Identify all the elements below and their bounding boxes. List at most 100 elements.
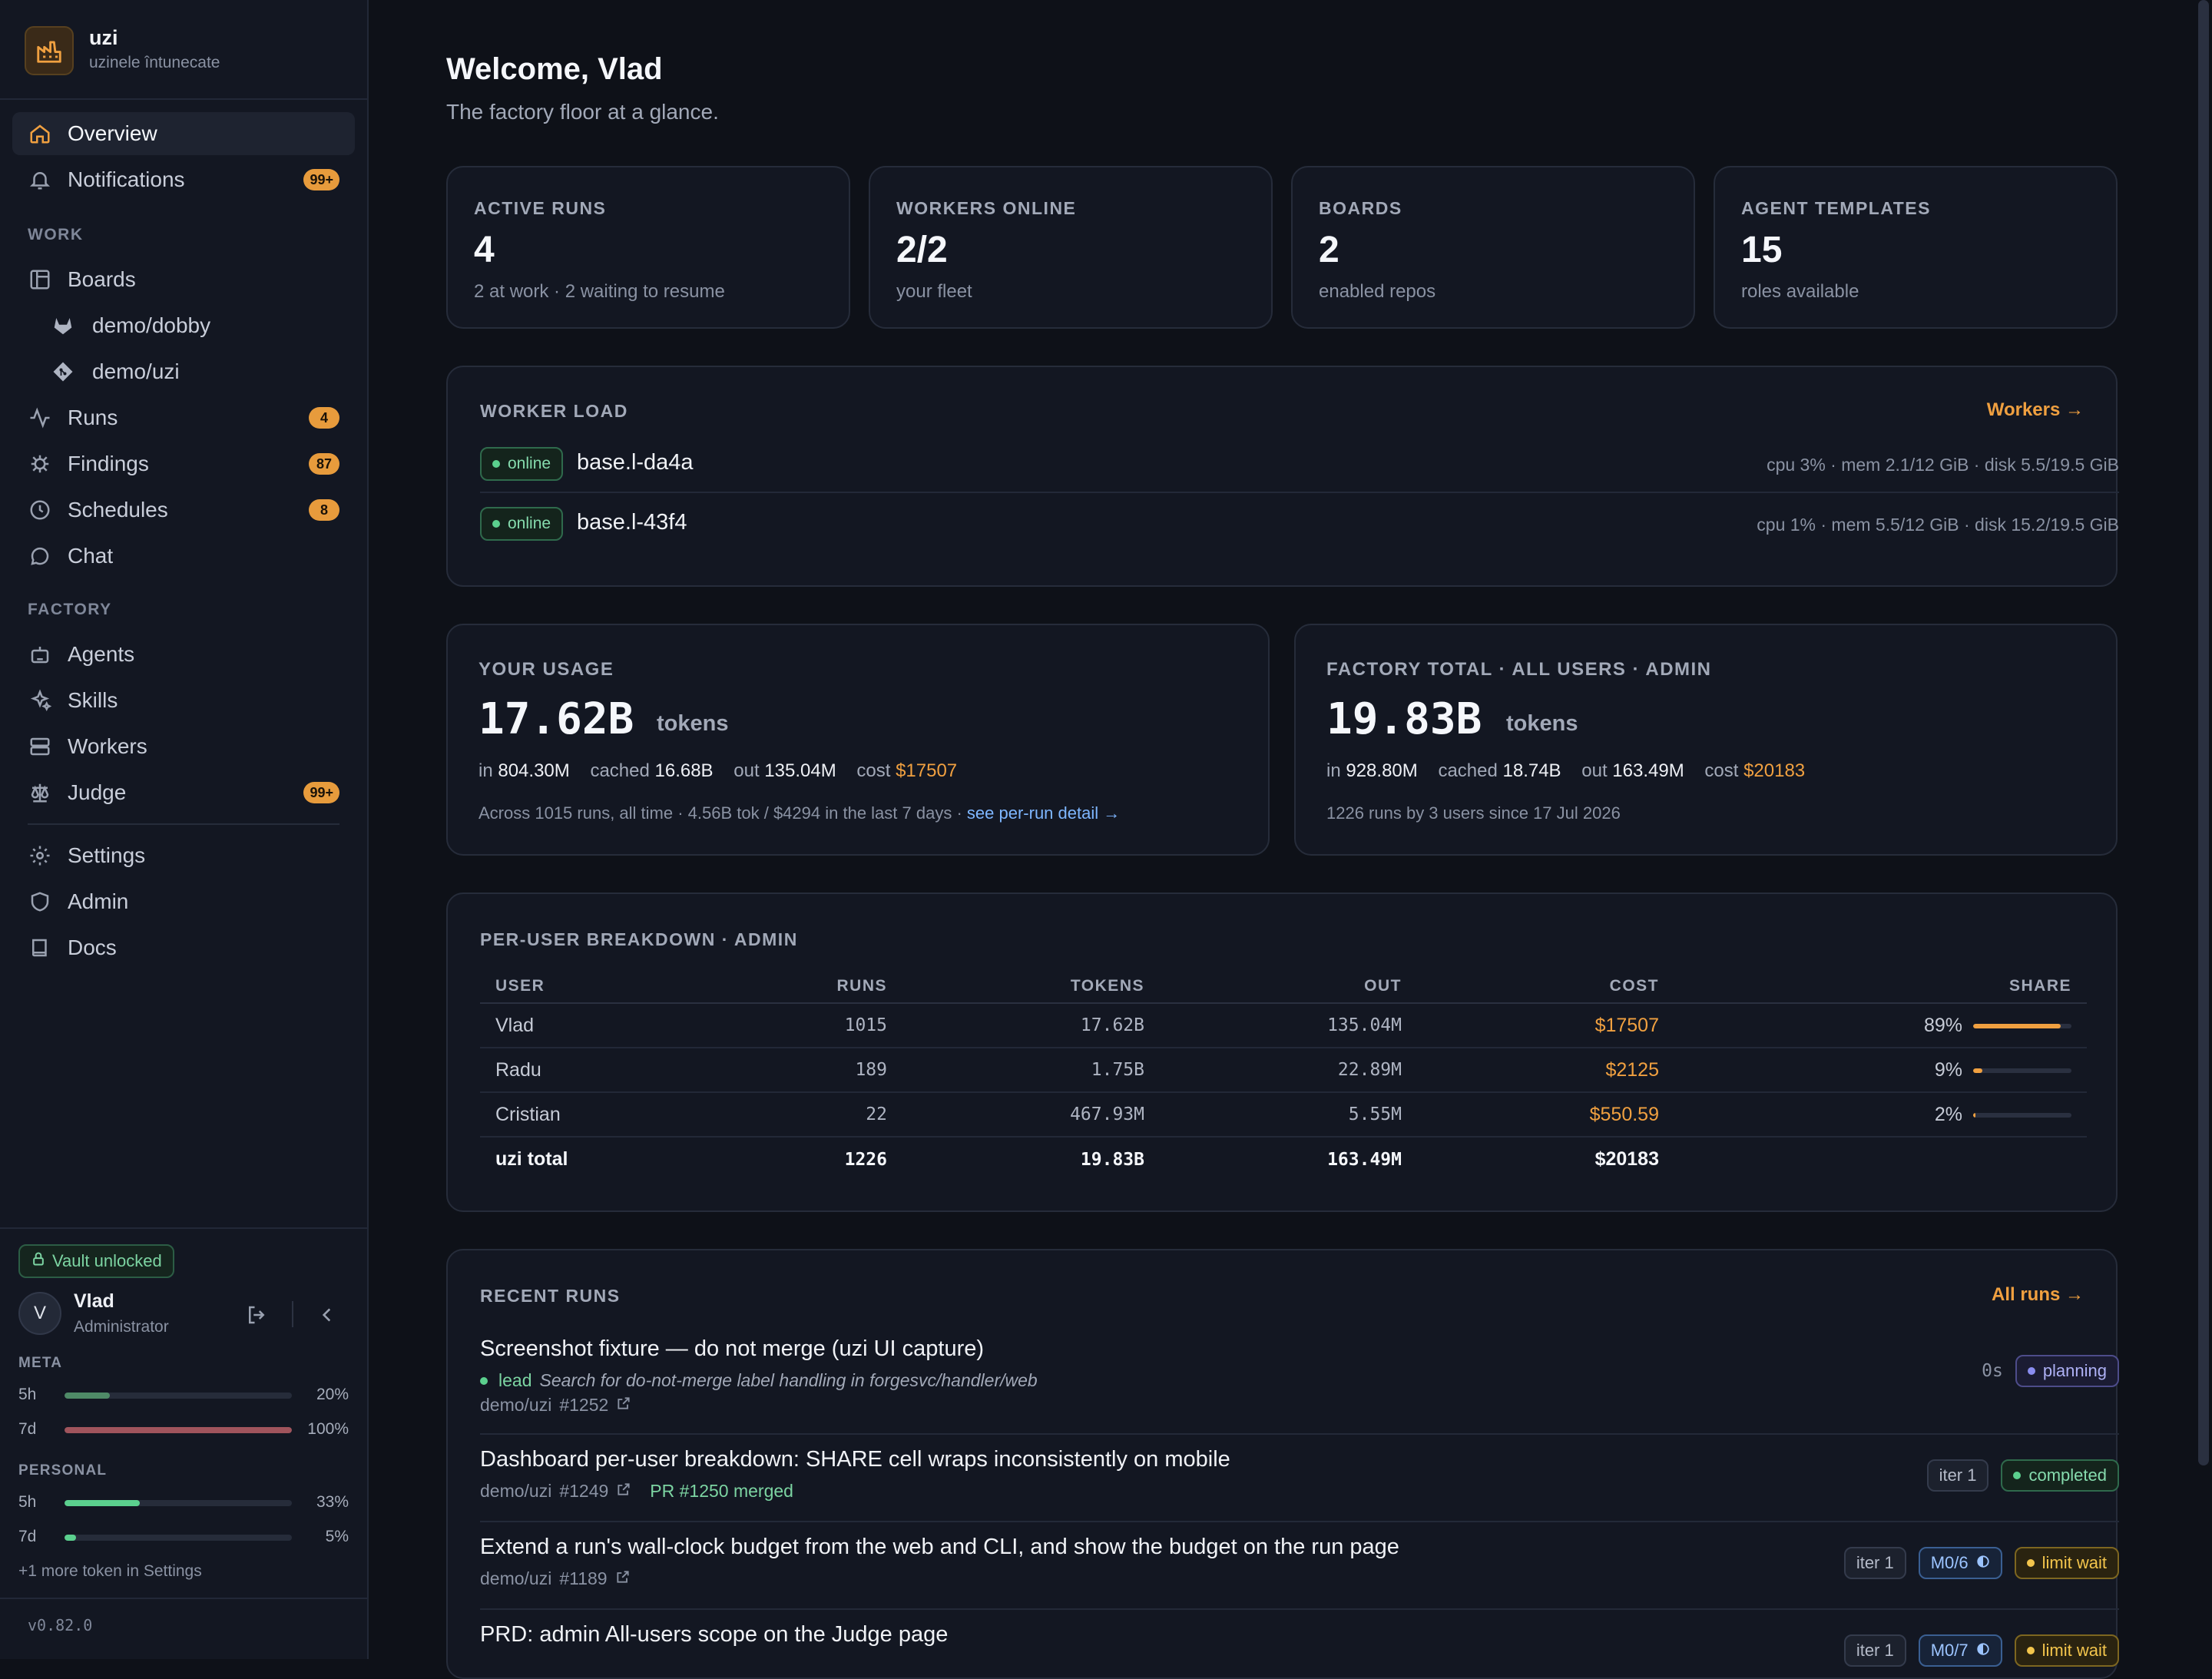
stat-card-active-runs[interactable]: ACTIVE RUNS 4 2 at work · 2 waiting to r… (446, 166, 850, 329)
worker-name: base.l-43f4 (577, 510, 687, 535)
chat-icon (28, 544, 52, 568)
sidebar-divider (0, 1227, 367, 1229)
nav-judge[interactable]: Judge 99+ (12, 771, 355, 814)
run-title: Extend a run's wall-clock budget from th… (480, 1535, 1399, 1559)
nav-agents[interactable]: Agents (12, 633, 355, 676)
nav-overview-label: Overview (68, 121, 157, 145)
stat-label: WORKERS ONLINE (896, 198, 1077, 218)
external-link-icon[interactable] (616, 1395, 631, 1416)
worker-stats: cpu 3% · mem 2.1/12 GiB · disk 5.5/19.5 … (1767, 455, 2119, 475)
cell-cost: $550.59 (1402, 1092, 1659, 1138)
cell-user: Cristian (480, 1092, 710, 1138)
run-repo: demo/uzi (480, 1481, 552, 1501)
run-item[interactable]: Screenshot fixture — do not merge (uzi U… (480, 1333, 2119, 1435)
nav-settings[interactable]: Settings (12, 834, 355, 877)
issue-link[interactable]: #1252 (559, 1395, 608, 1416)
cell-user: Vlad (480, 1003, 710, 1048)
nav-workers[interactable]: Workers (12, 725, 355, 768)
nav-repo-demo-dobby[interactable]: demo/dobby (12, 304, 355, 347)
table-row: Cristian 22 467.93M 5.55M $550.59 2% (480, 1092, 2087, 1138)
run-status-group: iter 1 M0/6 limit wait (1843, 1547, 2119, 1579)
nav-notifications[interactable]: Notifications 99+ (12, 158, 355, 201)
table-total-row: uzi total 1226 19.83B 163.49M $20183 (480, 1137, 2087, 1181)
nav-docs[interactable]: Docs (12, 926, 355, 969)
cell-share (1659, 1137, 2087, 1181)
quota-window: 7d (18, 1528, 37, 1545)
page-scrollbar[interactable] (2198, 0, 2209, 1465)
nav-repo-demo-uzi[interactable]: demo/uzi (12, 350, 355, 393)
quota-window: 7d (18, 1420, 37, 1438)
collapse-sidebar-icon[interactable] (312, 1300, 343, 1330)
in-value: 928.80M (1346, 760, 1418, 781)
sidebar: uzi uzinele întunecate Overview Notifica… (0, 0, 369, 1659)
lock-icon (31, 1251, 46, 1271)
nav-chat[interactable]: Chat (12, 535, 355, 578)
issue-link[interactable]: #1189 (559, 1568, 607, 1589)
usage-value: 19.83B (1326, 694, 1482, 744)
usage-value: 17.62B (478, 694, 634, 744)
nav-findings[interactable]: Findings 87 (12, 442, 355, 485)
run-item[interactable]: Dashboard per-user breakdown: SHARE cell… (480, 1435, 2119, 1522)
nav-overview[interactable]: Overview (12, 112, 355, 155)
quota-fill (65, 1535, 76, 1541)
iteration-badge: iter 1 (1926, 1459, 1989, 1492)
brand-header[interactable]: uzi uzinele întunecate (0, 0, 367, 100)
workers-link[interactable]: Workers → (1987, 399, 2084, 421)
stat-card-agent-templates[interactable]: AGENT TEMPLATES 15 roles available (1714, 166, 2118, 329)
more-tokens-link[interactable]: +1 more token in Settings (18, 1562, 202, 1581)
factory-total-card: FACTORY TOTAL · ALL USERS · ADMIN 19.83B… (1294, 624, 2118, 856)
vault-status[interactable]: Vault unlocked (18, 1244, 174, 1278)
usage-breakdown: in 804.30M cached 16.68B out 135.04M cos… (478, 760, 957, 782)
status-dot (2013, 1472, 2022, 1479)
external-link-icon[interactable] (616, 1481, 631, 1502)
nav-skills[interactable]: Skills (12, 679, 355, 722)
status-badge: limit wait (2014, 1634, 2119, 1667)
status-badge: online (480, 447, 564, 481)
half-circle-icon (1976, 1553, 1990, 1573)
per-run-detail-link[interactable]: see per-run detail → (967, 803, 1120, 823)
run-item[interactable]: Extend a run's wall-clock budget from th… (480, 1522, 2119, 1610)
avatar[interactable]: V (18, 1292, 61, 1335)
run-status-group: iter 1 completed (1926, 1459, 2119, 1492)
cell-user: Radu (480, 1048, 710, 1093)
run-item[interactable]: PRD: admin All-users scope on the Judge … (480, 1610, 2119, 1679)
stat-value: 2 (1319, 230, 1339, 270)
recent-runs-title: RECENT RUNS (480, 1286, 621, 1306)
quota-window: 5h (18, 1493, 37, 1511)
table-row: Vlad 1015 17.62B 135.04M $17507 89% (480, 1003, 2087, 1048)
sparkles-icon (28, 688, 52, 713)
status-badge: completed (2001, 1459, 2119, 1492)
status-dot (2026, 1559, 2035, 1567)
out-value: 135.04M (764, 760, 836, 781)
pr-merged-link[interactable]: PR #1250 merged (650, 1481, 793, 1502)
nav-admin[interactable]: Admin (12, 880, 355, 923)
status-dot (2026, 1647, 2035, 1654)
run-repo-line: demo/uzi #1189 (480, 1568, 631, 1589)
share-fill (1973, 1068, 1982, 1073)
stat-note: roles available (1741, 281, 1859, 302)
stat-card-boards[interactable]: BOARDS 2 enabled repos (1291, 166, 1695, 329)
column-header: TOKENS (887, 969, 1144, 1004)
quota-track (65, 1500, 292, 1506)
nav-schedules[interactable]: Schedules 8 (12, 488, 355, 532)
nav-runs[interactable]: Runs 4 (12, 396, 355, 439)
bell-icon (28, 167, 52, 192)
sidebar-divider (0, 1598, 367, 1599)
worker-row[interactable]: online base.l-43f4 cpu 1% · mem 5.5/12 G… (480, 498, 2119, 553)
nav-divider (28, 823, 339, 825)
cell-cost: $2125 (1402, 1048, 1659, 1093)
quota-fill (65, 1427, 292, 1433)
external-link-icon[interactable] (615, 1568, 631, 1589)
cell-tokens: 19.83B (1080, 1149, 1144, 1170)
page-subtitle: The factory floor at a glance. (446, 100, 719, 124)
all-runs-link[interactable]: All runs → (1992, 1284, 2084, 1306)
issue-link[interactable]: #1249 (559, 1481, 608, 1502)
cost-label: cost (856, 760, 891, 781)
in-label: in (1326, 760, 1341, 781)
stat-card-workers-online[interactable]: WORKERS ONLINE 2/2 your fleet (869, 166, 1273, 329)
worker-stats: cpu 1% · mem 5.5/12 GiB · disk 15.2/19.5… (1757, 515, 2119, 535)
logout-icon[interactable] (241, 1300, 272, 1330)
nav-boards[interactable]: Boards (12, 258, 355, 301)
worker-row[interactable]: online base.l-da4a cpu 3% · mem 2.1/12 G… (480, 438, 2119, 493)
run-agent-line: lead Search for do-not-merge label handl… (480, 1370, 1038, 1391)
